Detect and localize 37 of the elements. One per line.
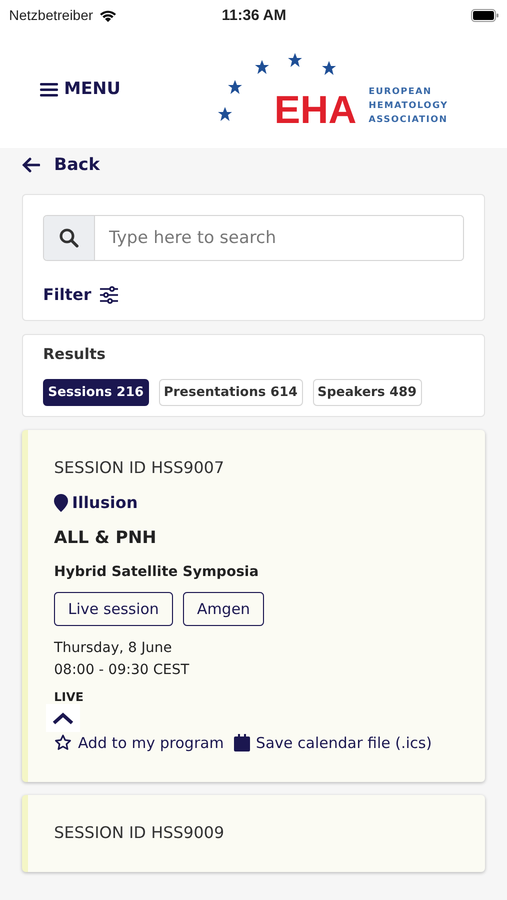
back-button[interactable]: Back (22, 149, 485, 181)
save-calendar-button[interactable]: Save calendar file (.ics) (234, 734, 432, 752)
search-field[interactable]: Type here to search (43, 215, 464, 261)
session-time: 08:00 - 09:30 CEST (54, 662, 190, 678)
menu-icon (40, 82, 58, 96)
clock-time: 11:36 AM (222, 6, 286, 24)
session-location: Illusion (72, 493, 138, 512)
add-to-program-button[interactable]: Add to my program (54, 734, 224, 752)
battery-icon (470, 8, 499, 22)
logo-text: EUROPEAN (368, 86, 433, 98)
logo-text: ASSOCIATION (368, 114, 448, 126)
sliders-icon (99, 286, 120, 304)
results-tab[interactable]: Presentations 614 (158, 379, 303, 406)
star-icon (54, 734, 72, 752)
arrow-left-icon (22, 157, 40, 173)
logo-letters: EHA (274, 90, 357, 130)
calendar-icon (234, 734, 250, 752)
search-icon (59, 228, 79, 248)
results-tab[interactable]: Speakers 489 (312, 379, 422, 406)
wifi-icon (99, 8, 118, 22)
menu-button[interactable]: MENU (40, 79, 121, 99)
caret-up-icon (52, 712, 74, 724)
session-status: LIVE (54, 690, 85, 704)
session-date: Thursday, 8 June (54, 640, 173, 656)
session-id: SESSION ID HSS9007 (54, 458, 226, 477)
scroll-up-button[interactable] (46, 704, 80, 732)
logo-text: HEMATOLOGY (368, 100, 448, 112)
results-title: Results (43, 345, 107, 363)
results-tab[interactable]: Sessions 216 (43, 379, 149, 406)
session-tag: Live session (54, 592, 173, 626)
session-id: SESSION ID HSS9009 (54, 823, 226, 842)
session-title: ALL & PNH (54, 528, 158, 548)
session-tag: Amgen (182, 592, 264, 626)
carrier-name: Netzbetreiber (9, 7, 94, 23)
pin-icon (54, 494, 68, 512)
session-type: Hybrid Satellite Symposia (54, 564, 260, 580)
filter-button[interactable]: Filter (43, 285, 120, 304)
